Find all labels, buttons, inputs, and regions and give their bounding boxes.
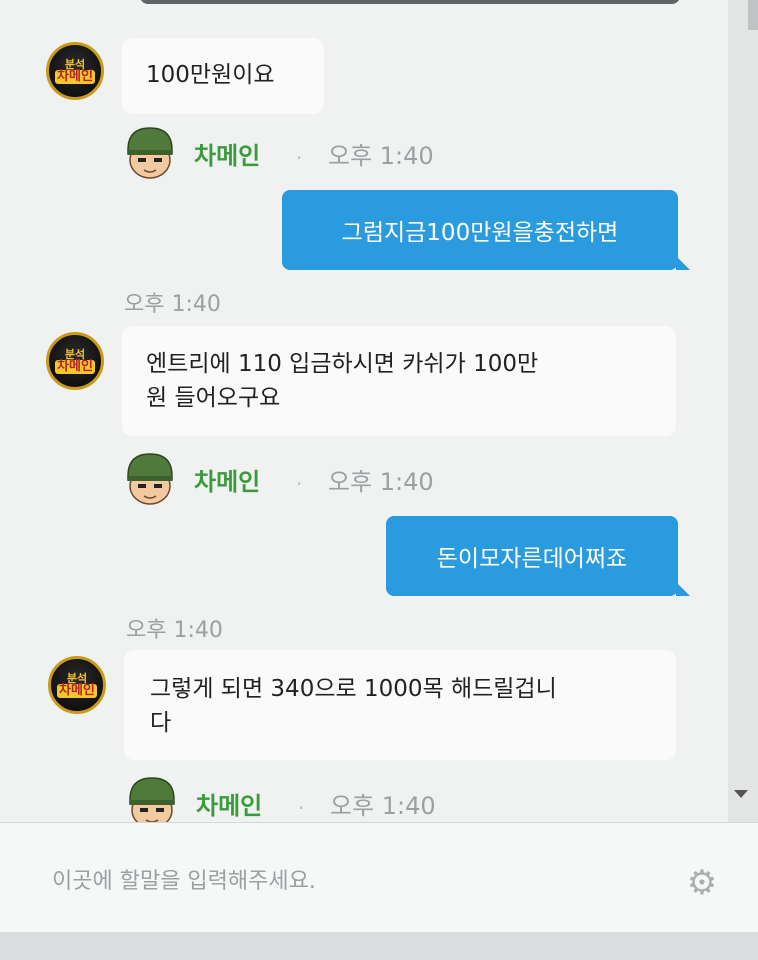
sender-name[interactable]: 차메인 bbox=[196, 786, 262, 821]
avatar-logo-text: 분석 bbox=[64, 57, 86, 71]
soldier-avatar-icon[interactable] bbox=[124, 450, 176, 506]
agent-avatar[interactable]: 분석 차메인 bbox=[46, 42, 104, 100]
sender-name[interactable]: 차메인 bbox=[194, 462, 260, 497]
avatar-logo-text: 차메인 bbox=[57, 682, 97, 698]
chat-scrollbar[interactable] bbox=[728, 0, 758, 822]
avatar-logo-text: 분석 bbox=[66, 671, 88, 685]
message-time: 오후 1:40 bbox=[328, 468, 434, 496]
timestamp: 오후 1:40 bbox=[126, 618, 223, 643]
incoming-message[interactable]: 엔트리에 110 입금하시면 카쉬가 100만 원 들어오구요 bbox=[122, 326, 676, 436]
scroll-down-arrow-icon[interactable] bbox=[734, 790, 748, 798]
separator-dot: . bbox=[296, 466, 303, 490]
separator-dot: . bbox=[296, 140, 303, 164]
outgoing-message[interactable]: 그럼지금100만원을충전하면 bbox=[282, 190, 690, 270]
separator-dot: . bbox=[298, 790, 305, 814]
outgoing-message[interactable]: 돈이모자른데어쩌죠 bbox=[386, 516, 690, 596]
message-time: 오후 1:40 bbox=[328, 142, 434, 170]
soldier-avatar-icon[interactable] bbox=[126, 774, 178, 822]
top-bar-edge bbox=[140, 0, 680, 4]
avatar-logo-text: 차메인 bbox=[55, 358, 95, 374]
message-text: 그럼지금100만원을충전하면 bbox=[341, 220, 619, 246]
incoming-message[interactable]: 100만원이요 bbox=[122, 38, 324, 114]
soldier-avatar-icon[interactable] bbox=[124, 124, 176, 180]
sender-name[interactable]: 차메인 bbox=[194, 136, 260, 171]
agent-avatar[interactable]: 분석 차메인 bbox=[48, 656, 106, 714]
timestamp: 오후 1:40 bbox=[124, 292, 221, 317]
gear-icon[interactable]: ⚙ bbox=[684, 865, 720, 901]
window-bottom-edge bbox=[0, 932, 758, 960]
chat-log: 분석 차메인 100만원이요 차메인 . 오후 1:40 그럼지금100만원을충… bbox=[0, 0, 728, 822]
message-line: 그렇게 되면 340으로 1000목 해드릴겁니 bbox=[150, 676, 557, 702]
message-text: 돈이모자른데어쩌죠 bbox=[436, 546, 628, 572]
message-line: 엔트리에 110 입금하시면 카쉬가 100만 bbox=[146, 351, 539, 377]
message-time: 오후 1:40 bbox=[330, 792, 436, 820]
sender-row: 차메인 . 오후 1:40 bbox=[124, 450, 484, 510]
message-input[interactable] bbox=[50, 863, 654, 899]
message-line: 원 들어오구요 bbox=[146, 385, 281, 411]
message-text: 100만원이요 bbox=[146, 62, 275, 88]
avatar-logo-text: 분석 bbox=[64, 347, 86, 361]
message-line: 다 bbox=[150, 710, 172, 736]
sender-row: 차메인 . 오후 1:40 bbox=[124, 124, 484, 184]
message-input-area: ⚙ bbox=[0, 822, 758, 933]
scrollbar-thumb[interactable] bbox=[748, 0, 758, 30]
incoming-message[interactable]: 그렇게 되면 340으로 1000목 해드릴겁니 다 bbox=[124, 650, 676, 760]
agent-avatar[interactable]: 분석 차메인 bbox=[46, 332, 104, 390]
avatar-logo-text: 차메인 bbox=[55, 68, 95, 84]
sender-row: 차메인 . 오후 1:40 bbox=[126, 774, 486, 822]
